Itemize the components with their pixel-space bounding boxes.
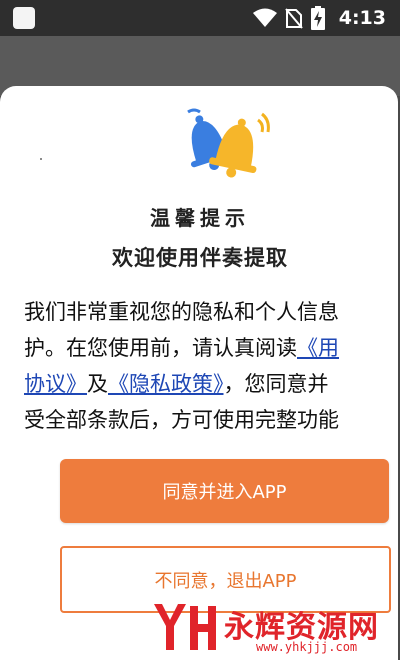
watermark-url: www.yhkjjj.com	[256, 640, 358, 654]
user-agreement-link-cont[interactable]: 协议》	[24, 372, 87, 396]
user-agreement-link[interactable]: 《用	[297, 336, 339, 360]
notice-text: ，您同意并	[223, 372, 329, 396]
status-time: 4:13	[338, 7, 386, 29]
decorative-dot	[40, 158, 42, 160]
dialog-title: 温馨提示	[150, 206, 250, 230]
bell-icon	[174, 106, 274, 186]
watermark: 永辉资源网 www.yhkjjj.com	[150, 600, 398, 660]
notice-text: 护。在您使用前，请认真阅读	[24, 336, 297, 360]
status-icons: 4:13	[252, 6, 386, 30]
battery-charging-icon	[310, 6, 325, 30]
notice-line: 我们非常重视您的隐私和个人信息	[24, 300, 339, 324]
wifi-icon	[252, 8, 277, 27]
notice-text: 及	[87, 372, 108, 396]
privacy-dialog: 温馨提示 欢迎使用伴奏提取 我们非常重视您的隐私和个人信息 护。在您使用前，请认…	[0, 86, 398, 660]
watermark-logo-icon	[154, 604, 216, 650]
dialog-subtitle: 欢迎使用伴奏提取	[112, 246, 288, 270]
notification-app-icon	[13, 7, 35, 29]
privacy-policy-link[interactable]: 《隐私政策》	[108, 372, 224, 396]
notice-line: 受全部条款后，方可使用完整功能	[24, 408, 339, 432]
notice-line: 护。在您使用前，请认真阅读《用	[24, 330, 398, 366]
status-bar: 4:13	[0, 0, 400, 36]
no-sim-icon	[284, 8, 303, 29]
privacy-notice-text: 我们非常重视您的隐私和个人信息 护。在您使用前，请认真阅读《用 协议》及《隐私政…	[24, 294, 398, 438]
agree-enter-app-button[interactable]: 同意并进入APP	[60, 459, 389, 523]
notice-line: 协议》及《隐私政策》，您同意并	[24, 366, 398, 402]
